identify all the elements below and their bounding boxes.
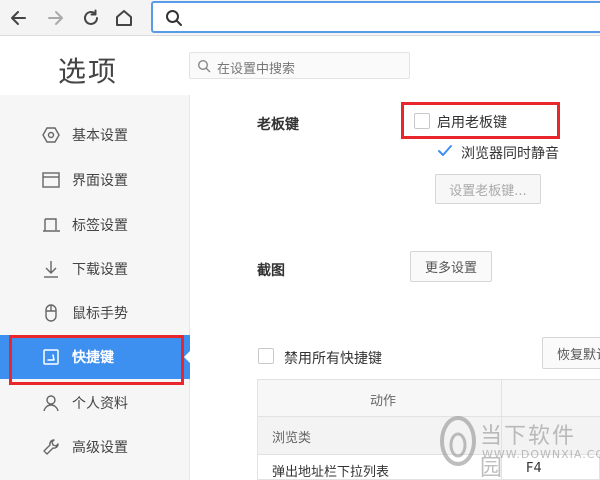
highlight-box-shortcut: [9, 335, 184, 385]
sidebar-item-label: 标签设置: [72, 218, 128, 234]
sidebar-item-profile[interactable]: 个人资料: [0, 381, 190, 425]
reload-icon: [84, 9, 98, 25]
group-label: 浏览类: [272, 431, 312, 446]
sidebar-item-mouse-gesture[interactable]: 鼠标手势: [0, 291, 190, 335]
browser-toolbar: [0, 0, 600, 36]
forward-button[interactable]: [42, 5, 68, 31]
search-icon: [166, 10, 182, 26]
watermark-logo-icon: [440, 416, 476, 466]
more-settings-button[interactable]: 更多设置: [410, 251, 492, 282]
wrench-icon: [40, 436, 62, 458]
download-arrow-icon: [40, 258, 62, 280]
back-button[interactable]: [6, 5, 32, 31]
sidebar-item-download-settings[interactable]: 下载设置: [0, 247, 190, 291]
sidebar-item-label: 下载设置: [72, 262, 128, 278]
disable-all-shortcuts-checkbox[interactable]: [258, 348, 274, 364]
sidebar-item-label: 基本设置: [72, 128, 128, 144]
mouse-icon: [40, 302, 62, 324]
section-screenshot: 截图: [257, 263, 285, 279]
sidebar-item-tab-settings[interactable]: 标签设置: [0, 203, 190, 247]
tab-icon: [40, 214, 62, 236]
sidebar-item-interface-settings[interactable]: 界面设置: [0, 158, 190, 202]
sidebar-item-label: 鼠标手势: [72, 306, 128, 322]
hexagon-settings-icon: [40, 124, 62, 146]
sidebar-item-advanced-settings[interactable]: 高级设置: [0, 425, 190, 469]
section-boss-key: 老板键: [257, 117, 299, 133]
checkmark-icon: [438, 145, 452, 156]
shortcut-action: 弹出地址栏下拉列表: [272, 465, 390, 480]
sidebar-item-label: 高级设置: [72, 440, 128, 456]
watermark-url: WWW.DOWNXIA.COM: [482, 448, 600, 461]
settings-search-input[interactable]: 在设置中搜索: [189, 52, 410, 79]
sidebar-item-label: 界面设置: [72, 173, 128, 189]
search-icon: [197, 59, 211, 73]
watermark: 当下软件园 WWW.DOWNXIA.COM: [436, 410, 600, 480]
page-title: 选项: [58, 55, 119, 88]
home-icon: [116, 10, 132, 26]
window-icon: [40, 169, 62, 191]
back-arrow-icon: [11, 11, 26, 25]
restore-defaults-button[interactable]: 恢复默认: [542, 337, 600, 369]
disable-all-shortcuts-label: 禁用所有快捷键: [284, 351, 382, 367]
sidebar-item-label: 个人资料: [72, 396, 128, 412]
sidebar-item-basic-settings[interactable]: 基本设置: [0, 113, 190, 157]
active-indicator: [184, 350, 191, 364]
mute-browser-checkbox[interactable]: [437, 143, 453, 159]
person-icon: [40, 392, 62, 414]
address-bar[interactable]: [151, 1, 600, 33]
set-boss-key-button[interactable]: 设置老板键...: [435, 174, 541, 204]
forward-arrow-icon: [48, 11, 63, 25]
sidebar: 基本设置 界面设置 标签设置 下载设置 鼠标手势 快捷键 个人资料 高级设置: [0, 95, 190, 480]
mute-browser-label: 浏览器同时静音: [461, 146, 559, 162]
search-placeholder: 在设置中搜索: [217, 62, 296, 77]
highlight-box-boss-key: [401, 102, 560, 139]
reload-button[interactable]: [78, 5, 104, 31]
column-header-action: 动作: [370, 394, 397, 409]
home-button[interactable]: [111, 5, 137, 31]
